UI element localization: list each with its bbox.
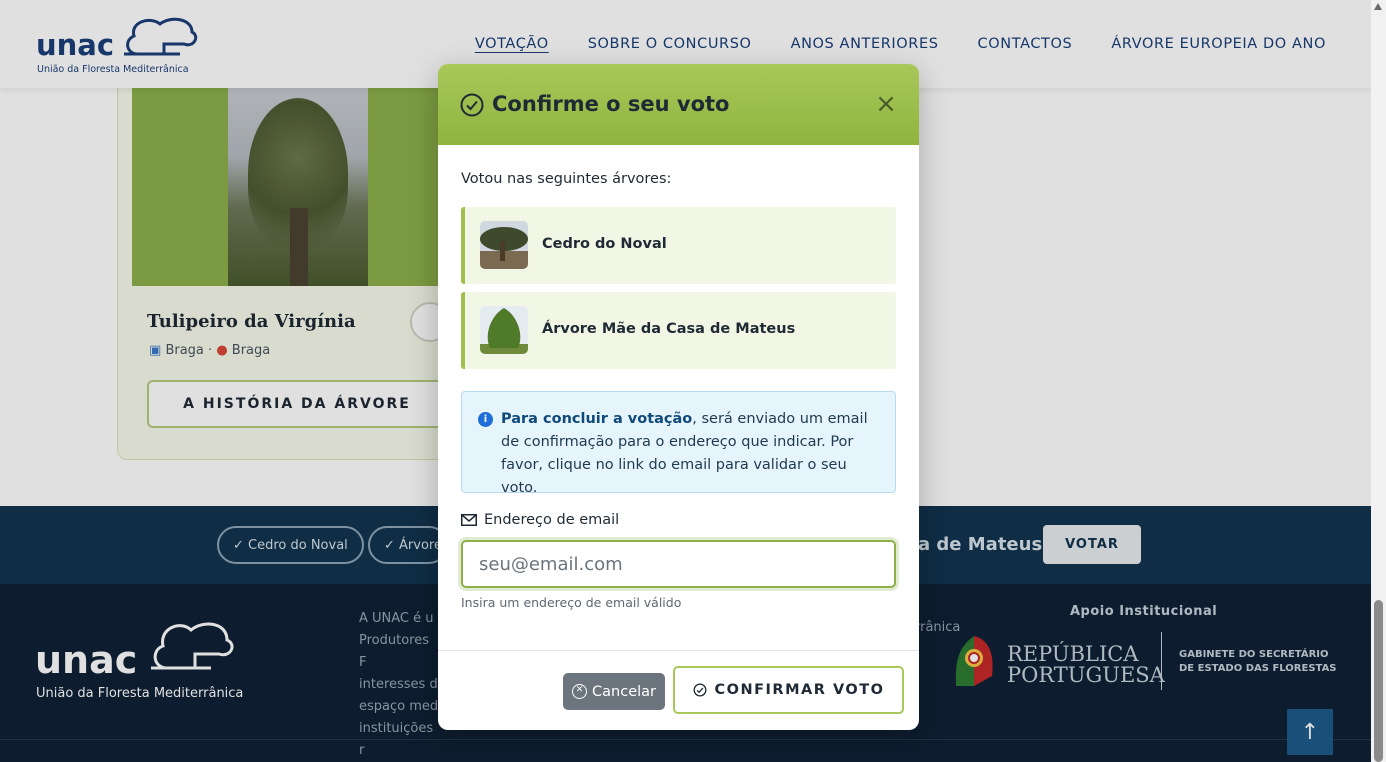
check-circle-icon	[693, 683, 706, 697]
voted-trees-label: Votou nas seguintes árvores:	[461, 171, 672, 187]
envelope-icon	[461, 514, 477, 526]
voted-tree-item: Árvore Mãe da Casa de Mateus	[461, 292, 896, 369]
info-message: Para concluir a votação, será enviado um…	[501, 408, 881, 500]
cancel-button[interactable]: ✕ Cancelar	[563, 673, 665, 710]
tree-thumbnail	[480, 306, 528, 354]
close-icon[interactable]: ×	[874, 91, 898, 117]
confirm-vote-modal: Confirme o seu voto × Votou nas seguinte…	[438, 64, 919, 730]
confirm-vote-button[interactable]: CONFIRMAR VOTO	[673, 666, 904, 714]
page-scrollbar[interactable]	[1371, 0, 1386, 762]
email-input[interactable]	[461, 540, 896, 588]
check-circle-icon	[460, 93, 484, 117]
confirm-vote-label: CONFIRMAR VOTO	[714, 682, 885, 698]
cancel-button-label: Cancelar	[592, 683, 656, 700]
info-message-bold: Para concluir a votação	[501, 411, 693, 427]
tree-photo-cedro	[480, 221, 528, 269]
scroll-up-arrow-icon[interactable]	[1374, 3, 1382, 10]
tree-photo-mateus	[480, 306, 528, 354]
modal-title: Confirme o seu voto	[492, 92, 730, 116]
voted-tree-item: Cedro do Noval	[461, 207, 896, 284]
info-alert: i Para concluir a votação, será enviado …	[461, 391, 896, 496]
scrollbar-thumb[interactable]	[1374, 600, 1383, 762]
modal-footer: ✕ Cancelar CONFIRMAR VOTO	[438, 650, 919, 730]
email-hint: Insira um endereço de email válido	[461, 595, 682, 610]
modal-header: Confirme o seu voto ×	[438, 64, 919, 145]
voted-tree-name: Cedro do Noval	[542, 236, 667, 252]
email-label: Endereço de email	[484, 512, 620, 528]
info-icon: i	[478, 412, 493, 427]
tree-thumbnail	[480, 221, 528, 269]
voted-tree-name: Árvore Mãe da Casa de Mateus	[542, 321, 796, 337]
x-circle-icon: ✕	[572, 684, 588, 699]
